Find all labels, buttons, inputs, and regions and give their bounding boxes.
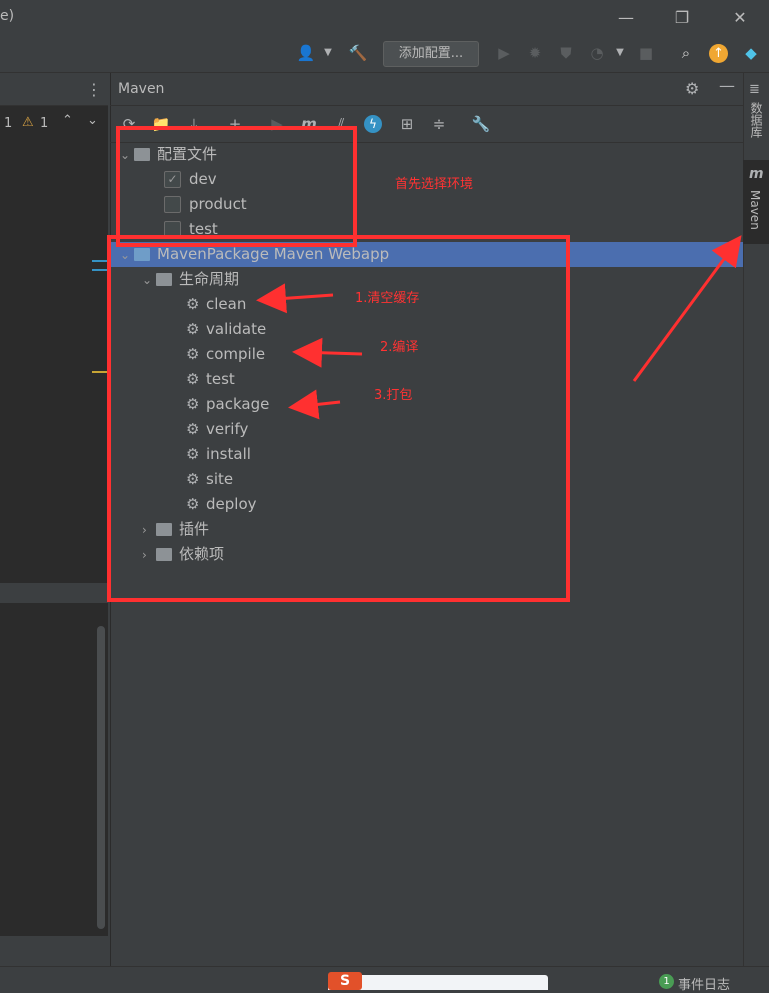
arrow-to-compile — [292, 337, 363, 368]
arrow-to-maven-tab — [632, 235, 742, 382]
arrow-to-package — [288, 389, 341, 420]
annotation-arrows — [256, 235, 742, 420]
arrow-to-clean — [256, 283, 334, 314]
